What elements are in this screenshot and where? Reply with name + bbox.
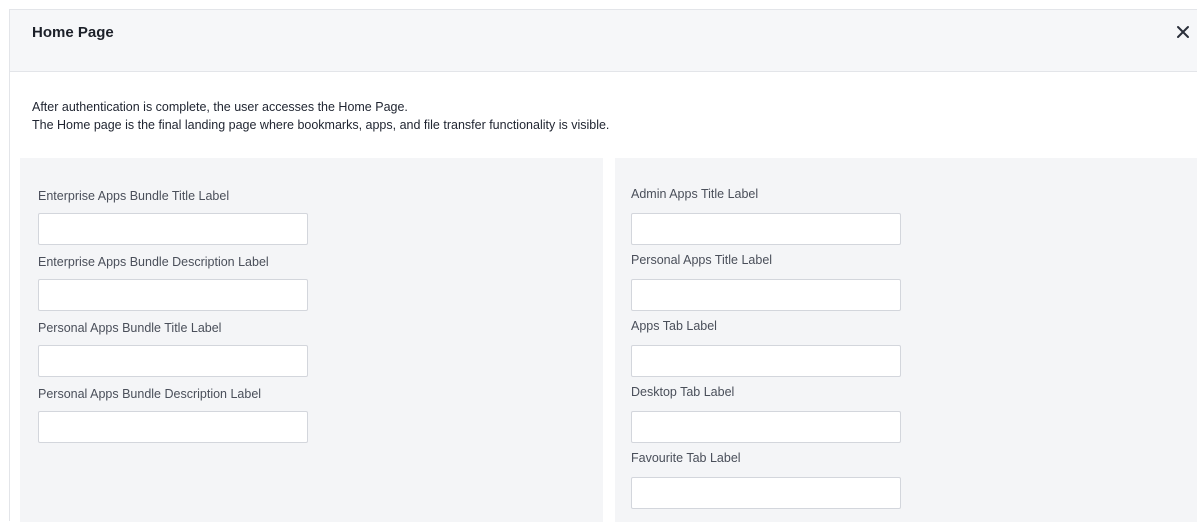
- desktop-tab-input[interactable]: [631, 411, 901, 443]
- personal-apps-bundle-description-input[interactable]: [38, 411, 308, 443]
- admin-apps-title-label: Admin Apps Title Label: [631, 187, 759, 201]
- left-panel: Enterprise Apps Bundle Title Label Enter…: [20, 158, 603, 522]
- favourite-tab-label: Favourite Tab Label: [631, 451, 741, 465]
- dialog-title: Home Page: [32, 24, 114, 41]
- enterprise-apps-bundle-title-label: Enterprise Apps Bundle Title Label: [38, 189, 230, 203]
- personal-apps-bundle-title-input[interactable]: [38, 345, 308, 377]
- close-icon[interactable]: [1173, 20, 1193, 44]
- intro-line-2: The Home page is the final landing page …: [32, 118, 610, 132]
- intro-text: After authentication is complete, the us…: [32, 98, 609, 134]
- personal-apps-title-input[interactable]: [631, 279, 901, 311]
- intro-line-1: After authentication is complete, the us…: [32, 100, 408, 114]
- right-panel: Admin Apps Title Label Personal Apps Tit…: [615, 158, 1197, 522]
- personal-apps-bundle-description-label: Personal Apps Bundle Description Label: [38, 387, 262, 401]
- apps-tab-label: Apps Tab Label: [631, 319, 717, 333]
- personal-apps-title-label: Personal Apps Title Label: [631, 253, 773, 267]
- desktop-tab-label: Desktop Tab Label: [631, 385, 735, 399]
- admin-apps-title-input[interactable]: [631, 213, 901, 245]
- personal-apps-bundle-title-label: Personal Apps Bundle Title Label: [38, 321, 222, 335]
- enterprise-apps-bundle-description-label: Enterprise Apps Bundle Description Label: [38, 255, 269, 269]
- enterprise-apps-bundle-description-input[interactable]: [38, 279, 308, 311]
- home-page-dialog: Home Page After authentication is comple…: [9, 9, 1197, 522]
- favourite-tab-input[interactable]: [631, 477, 901, 509]
- enterprise-apps-bundle-title-input[interactable]: [38, 213, 308, 245]
- apps-tab-input[interactable]: [631, 345, 901, 377]
- dialog-header: Home Page: [10, 10, 1197, 72]
